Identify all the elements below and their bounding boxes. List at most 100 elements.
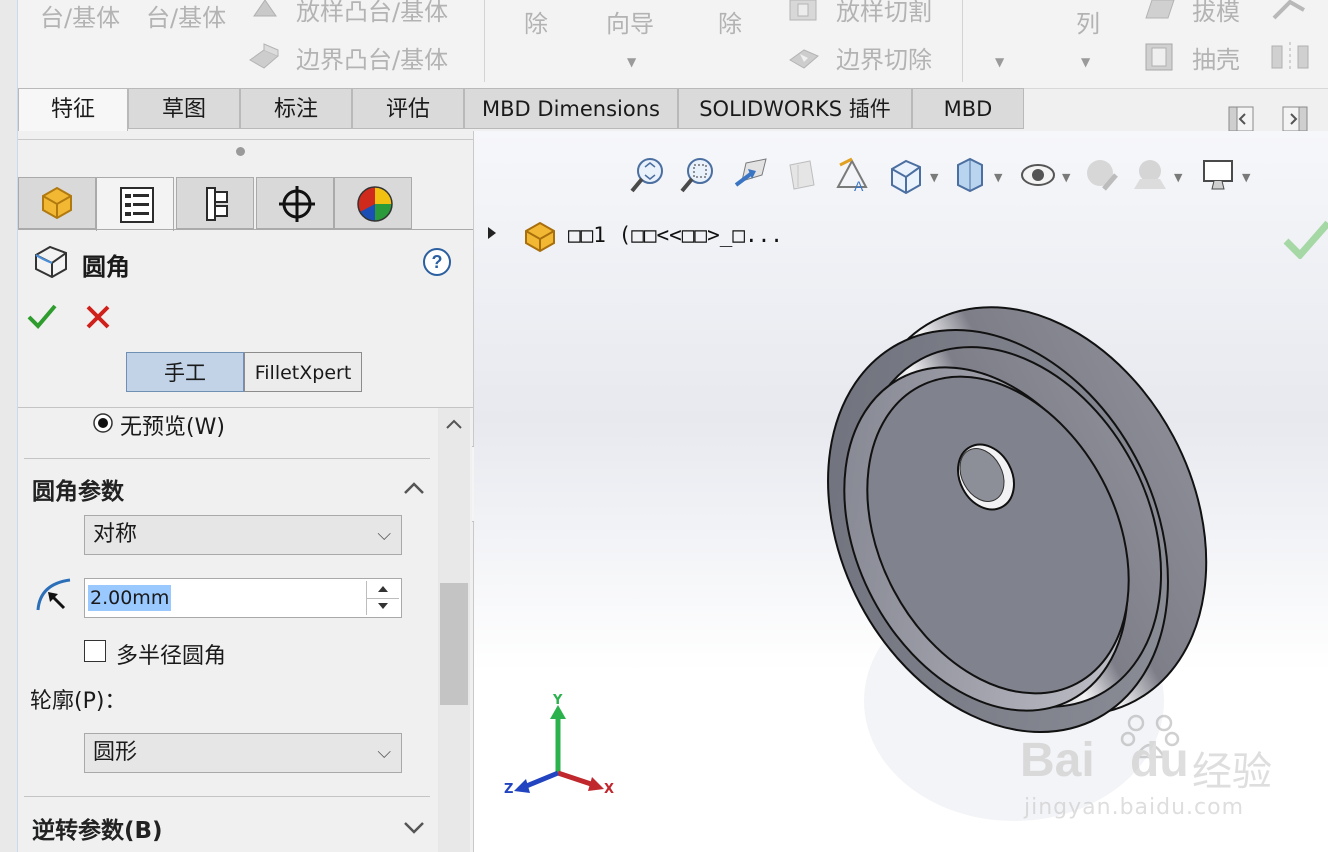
configuration-manager-tab[interactable] xyxy=(176,177,254,229)
boundary-cut-icon[interactable] xyxy=(786,40,822,78)
axis-y-label: Y xyxy=(553,693,563,708)
feature-manager-tab[interactable] xyxy=(18,177,96,229)
graphics-area[interactable]: A ▼ ▼ ▼ ▼ ▼ □□1 (□□<<□□>_□... Y X Z Bai … xyxy=(474,131,1328,852)
command-ribbon: 台/基体 台/基体 放样凸台/基体 边界凸台/基体 除 向导 ▼ 除 放样切割 … xyxy=(0,0,1328,89)
ribbon-boundary-cut-label[interactable]: 边界切除 xyxy=(836,40,932,75)
zoom-to-fit-icon[interactable] xyxy=(628,155,668,199)
panel-scrollbar[interactable] xyxy=(438,408,470,852)
stepper-down-icon[interactable] xyxy=(367,598,399,615)
filletxpert-mode-label: FilletXpert xyxy=(254,362,352,384)
no-preview-label: 无预览(W) xyxy=(120,415,225,440)
shell-icon[interactable] xyxy=(1140,38,1180,80)
tab-mbd-dimensions[interactable]: MBD Dimensions xyxy=(464,88,678,129)
boundary-boss-icon[interactable] xyxy=(246,40,282,78)
filletxpert-mode-button[interactable]: FilletXpert xyxy=(244,352,362,392)
tab-label: 标注 xyxy=(273,97,318,122)
tab-mbd[interactable]: MBD xyxy=(912,88,1024,129)
tab-label: 评估 xyxy=(385,97,430,122)
property-manager-tab[interactable] xyxy=(96,177,174,231)
chevron-down-icon[interactable]: ▼ xyxy=(627,55,636,69)
ribbon-loft-boss-label[interactable]: 放样凸台/基体 xyxy=(296,0,448,27)
ribbon-loft-cut-label[interactable]: 放样切割 xyxy=(836,0,932,27)
edit-appearance-icon[interactable] xyxy=(1082,155,1122,199)
tab-markup[interactable]: 标注 xyxy=(240,88,352,129)
manual-mode-button[interactable]: 手工 xyxy=(126,352,244,392)
section-view-icon[interactable] xyxy=(782,155,822,199)
profile-dropdown[interactable]: 圆形 ⌵ xyxy=(84,733,402,773)
loft-boss-icon[interactable] xyxy=(250,0,280,28)
ribbon-draft-label[interactable]: 拔模 xyxy=(1192,0,1240,27)
divider xyxy=(18,229,473,230)
chevron-down-icon[interactable]: ▼ xyxy=(1081,55,1090,69)
ribbon-revolve-cut-label[interactable]: 除 xyxy=(718,4,742,39)
ok-checkmark-icon[interactable] xyxy=(26,301,58,335)
scrollbar-thumb[interactable] xyxy=(440,583,468,705)
ribbon-separator xyxy=(484,0,485,82)
tab-label: 草图 xyxy=(161,97,206,122)
ribbon-pattern-label[interactable]: 列 xyxy=(1076,4,1100,39)
chevron-down-icon[interactable]: ▼ xyxy=(1174,171,1182,184)
no-preview-radio[interactable] xyxy=(92,412,114,438)
ribbon-cut-label[interactable]: 除 xyxy=(524,4,548,39)
ribbon-extrude-boss-label[interactable]: 台/基体 xyxy=(40,0,120,33)
display-style-icon[interactable] xyxy=(950,155,990,199)
command-manager-tabs: 特征 草图 标注 评估 MBD Dimensions SOLIDWORKS 插件… xyxy=(18,88,1028,131)
rib-icon[interactable] xyxy=(1270,0,1310,30)
ribbon-boundary-boss-label[interactable]: 边界凸台/基体 xyxy=(296,40,448,75)
chevron-down-icon[interactable]: ▼ xyxy=(1242,171,1250,184)
tree-expand-icon[interactable] xyxy=(486,225,498,245)
splitter-handle[interactable] xyxy=(236,147,245,156)
multi-radius-checkbox[interactable] xyxy=(84,640,106,662)
help-icon[interactable]: ? xyxy=(422,247,452,281)
radius-field[interactable]: 2.00mm xyxy=(84,578,402,618)
chevron-down-icon[interactable]: ▼ xyxy=(995,55,1004,69)
scroll-up-icon[interactable] xyxy=(444,416,464,436)
tab-label: SOLIDWORKS 插件 xyxy=(699,97,891,121)
dimxpert-manager-tab[interactable] xyxy=(256,177,334,229)
ribbon-revolve-boss-label[interactable]: 台/基体 xyxy=(146,0,226,33)
feature-manager-icon xyxy=(42,186,72,220)
tab-label: 特征 xyxy=(50,97,95,122)
draft-icon[interactable] xyxy=(1140,0,1180,30)
chevron-down-icon[interactable]: ▼ xyxy=(994,171,1002,184)
dynamic-annotation-view-icon[interactable]: A xyxy=(832,155,872,199)
chevron-down-icon[interactable]: ▼ xyxy=(1062,171,1070,184)
display-manager-tab[interactable] xyxy=(334,177,412,229)
apply-scene-icon[interactable] xyxy=(1130,155,1170,199)
stepper-up-icon[interactable] xyxy=(367,581,399,599)
chevron-down-icon[interactable]: ▼ xyxy=(930,171,938,184)
watermark-brand2: du xyxy=(1130,734,1189,787)
tab-evaluate[interactable]: 评估 xyxy=(352,88,464,129)
watermark-brand: Bai xyxy=(1020,734,1095,787)
axis-x-label: X xyxy=(604,782,615,797)
tree-root-item[interactable]: □□1 (□□<<□□>_□... xyxy=(568,223,783,247)
hide-show-items-icon[interactable] xyxy=(1018,155,1058,199)
collapse-chevron-icon[interactable] xyxy=(403,480,425,499)
previous-view-icon[interactable] xyxy=(732,155,772,199)
radius-icon xyxy=(34,576,78,620)
manual-mode-label: 手工 xyxy=(164,361,206,385)
cancel-x-icon[interactable] xyxy=(84,303,112,335)
ribbon-shell-label[interactable]: 抽壳 xyxy=(1192,40,1240,75)
mirror-icon[interactable] xyxy=(1270,40,1310,78)
tab-label: MBD Dimensions xyxy=(482,97,660,121)
loft-cut-icon[interactable] xyxy=(786,0,822,30)
view-settings-icon[interactable] xyxy=(1198,155,1238,199)
multi-radius-label: 多半径圆角 xyxy=(116,644,227,669)
display-manager-icon xyxy=(357,186,393,222)
radius-value: 2.00mm xyxy=(88,585,172,611)
tab-features[interactable]: 特征 xyxy=(18,88,128,131)
svg-text:A: A xyxy=(854,178,864,194)
dimxpert-icon xyxy=(279,186,315,222)
property-manager-panel: 圆角 ? 手工 FilletXpert 无预览(W) 圆角参数 对称 ⌵ 2.0… xyxy=(18,131,474,852)
tab-solidworks-addins[interactable]: SOLIDWORKS 插件 xyxy=(678,88,912,129)
ribbon-hole-wizard-label[interactable]: 向导 xyxy=(606,4,654,39)
watermark-suffix: 经验 xyxy=(1192,749,1272,795)
view-orientation-icon[interactable] xyxy=(886,155,926,199)
divider xyxy=(24,796,430,797)
expand-chevron-icon[interactable] xyxy=(403,819,425,838)
radius-stepper[interactable] xyxy=(366,581,399,615)
tab-sketch[interactable]: 草图 xyxy=(128,88,240,129)
zoom-to-area-icon[interactable] xyxy=(678,155,718,199)
fillet-type-dropdown[interactable]: 对称 ⌵ xyxy=(84,515,402,555)
